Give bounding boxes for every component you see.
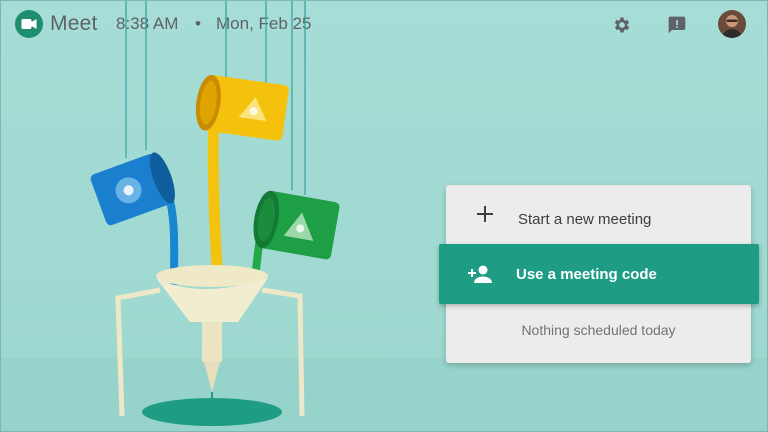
paint-cans-illustration (90, 0, 340, 426)
add-person-icon (468, 265, 492, 283)
avatar-photo (718, 10, 746, 38)
use-meeting-code-label: Use a meeting code (516, 266, 657, 283)
start-new-meeting-label: Start a new meeting (518, 211, 652, 228)
plus-icon (477, 206, 493, 222)
start-new-meeting-button[interactable]: Start a new meeting (446, 185, 751, 245)
avatar[interactable] (718, 10, 746, 38)
settings-icon[interactable] (612, 15, 632, 35)
empty-schedule-message: Nothing scheduled today (521, 322, 676, 338)
use-meeting-code-button[interactable]: Use a meeting code (439, 244, 759, 304)
feedback-icon[interactable] (667, 15, 687, 35)
